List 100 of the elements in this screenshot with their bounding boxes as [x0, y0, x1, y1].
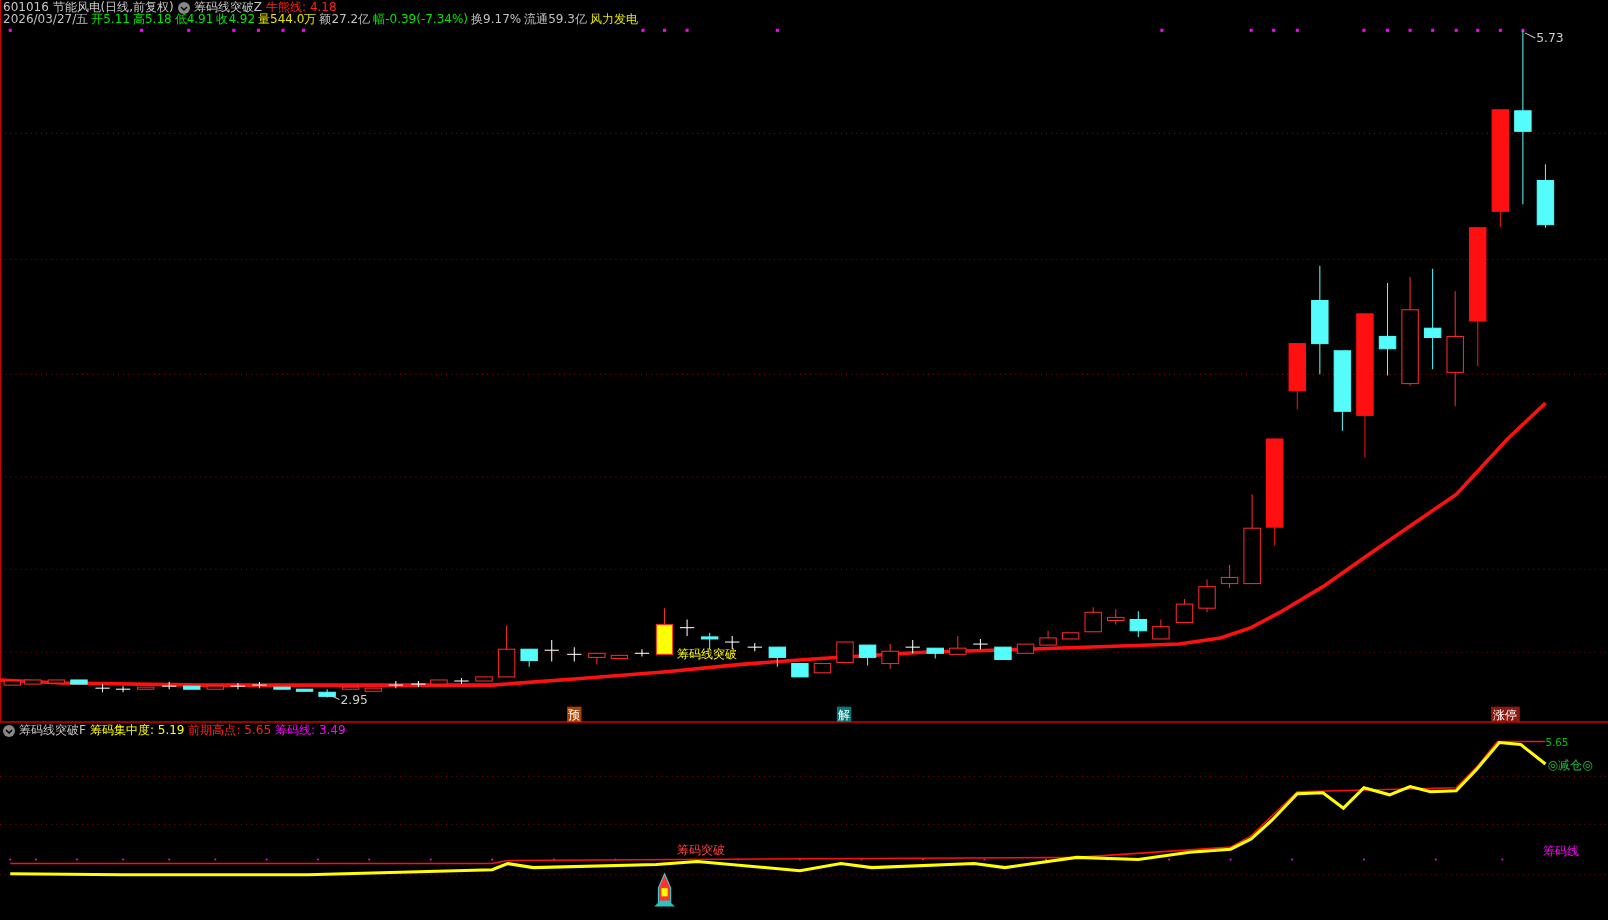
candlestick — [1107, 608, 1125, 626]
marker-dot — [552, 858, 555, 861]
marker-dot — [491, 858, 494, 861]
candlestick — [364, 687, 382, 692]
candlestick — [295, 688, 314, 692]
candlestick — [206, 685, 225, 690]
indicator-name: 筹码线突破Z — [193, 0, 263, 14]
leader-line — [1524, 32, 1536, 39]
candlestick — [475, 676, 493, 682]
marker-dot — [983, 858, 986, 861]
indicator-value: 前期高点: 5.65 — [188, 723, 272, 738]
candlestick — [94, 683, 111, 693]
candlestick — [588, 652, 606, 666]
candlestick — [161, 681, 177, 690]
candlestick — [724, 635, 740, 650]
candlestick — [251, 681, 268, 689]
candlestick — [24, 679, 42, 685]
candlestick — [136, 686, 155, 690]
candlestick — [1288, 343, 1306, 410]
signal-tag: 预 — [567, 706, 582, 722]
dropdown-icon[interactable] — [3, 724, 15, 737]
candlestick — [949, 635, 967, 655]
candlestick — [318, 688, 336, 698]
quote-field: 流通59.3亿 — [524, 12, 587, 27]
marker-dot — [429, 858, 432, 861]
marker-dot — [860, 858, 863, 861]
quote-field: 幅-0.39(-7.34%) — [373, 12, 469, 27]
quote-field: 高5.18 — [132, 12, 172, 27]
candlestick — [881, 643, 899, 670]
candlestick — [836, 641, 854, 664]
candlestick — [1198, 578, 1216, 613]
candlestick — [430, 679, 448, 685]
marker-dot — [1229, 858, 1232, 861]
quote-field: 量544.0万 — [258, 12, 317, 27]
candlestick — [47, 679, 66, 684]
candlestick — [858, 644, 877, 667]
candlestick — [115, 685, 131, 693]
leader-line — [329, 694, 340, 700]
price-label: 2.95 — [340, 692, 368, 707]
candlestick — [410, 680, 427, 688]
candlestick — [1175, 598, 1194, 624]
marker-dot — [168, 858, 171, 861]
quote-field: 额27.2亿 — [319, 12, 371, 27]
marker-dot — [265, 858, 268, 861]
marker-dot — [1168, 858, 1171, 861]
candlestick — [1084, 606, 1102, 633]
dropdown-icon[interactable] — [177, 1, 190, 14]
candlestick — [1039, 630, 1057, 646]
marker-dot — [1045, 858, 1048, 861]
marker-dot — [75, 858, 78, 861]
candlestick — [905, 639, 921, 654]
quote-field: 2026/03/27/五 — [3, 12, 89, 27]
marker-dot — [9, 858, 12, 861]
candlestick — [566, 646, 582, 663]
candlestick — [230, 682, 246, 690]
signal-tag: 解 — [836, 706, 852, 722]
marker-dot — [34, 858, 37, 861]
indicator-value: 牛熊线: 4.18 — [266, 0, 337, 14]
candlestick — [747, 642, 763, 652]
line-label: 筹码线 — [1543, 844, 1580, 859]
quote-field: 低4.91 — [174, 12, 214, 27]
marker-dot — [1291, 858, 1294, 861]
marker-dot — [921, 858, 924, 861]
marker-dot — [1434, 858, 1437, 861]
candlestick — [273, 686, 291, 690]
marker-dot — [614, 858, 617, 861]
quote-field: 开5.11 — [91, 12, 130, 27]
quote-field: 收4.92 — [216, 12, 256, 27]
price-label: 5.65 — [1545, 735, 1569, 748]
candlestick — [768, 646, 787, 668]
candlestick — [497, 625, 516, 678]
security-title: 601016 节能风电(日线,前复权) — [3, 0, 174, 14]
candlestick — [634, 648, 650, 657]
candlestick — [679, 618, 695, 637]
candlestick — [388, 680, 404, 689]
candlestick — [1129, 610, 1148, 638]
marker-dot — [368, 858, 371, 861]
candlestick — [453, 677, 470, 685]
candlestick — [655, 607, 674, 655]
indicator-value: 筹码集中度: 5.19 — [89, 723, 185, 738]
signal-label: 筹码突破 — [676, 843, 725, 858]
indicator-value: 筹码线: 3.49 — [275, 723, 346, 738]
candlestick — [520, 648, 538, 668]
candlestick — [70, 679, 88, 685]
marker-dot — [316, 858, 319, 861]
candlestick — [342, 686, 360, 690]
candlestick — [610, 654, 629, 659]
marker-dot — [122, 858, 125, 861]
signal-label: 筹码线突破 — [676, 647, 737, 662]
candlestick — [791, 663, 809, 678]
quote-field: 风力发电 — [589, 12, 638, 27]
marker-dot — [1501, 858, 1504, 861]
candlestick — [994, 646, 1012, 660]
candlestick — [1152, 618, 1170, 640]
candlestick — [1016, 643, 1035, 654]
candlestick — [1061, 632, 1080, 640]
candlestick — [926, 647, 944, 659]
candlestick — [700, 632, 719, 650]
price-label: 5.73 — [1536, 31, 1564, 46]
candlestick — [1220, 564, 1239, 589]
